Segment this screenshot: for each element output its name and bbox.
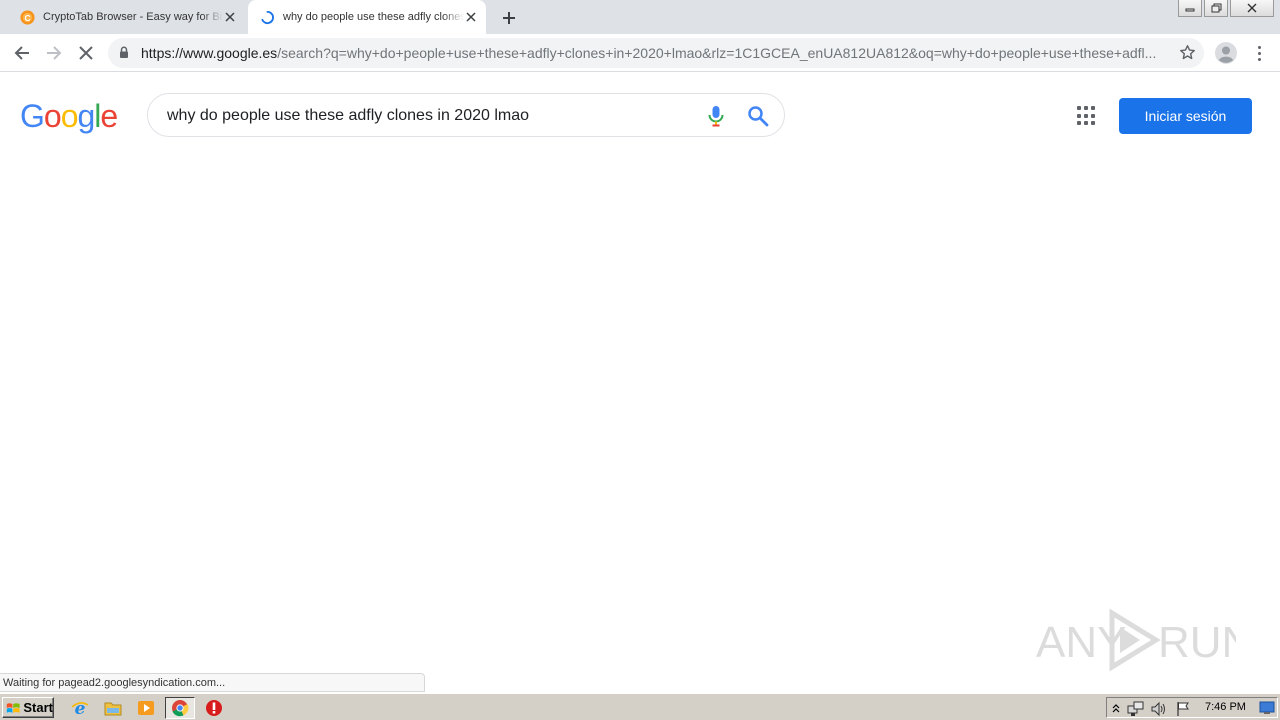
logo-letter: o (43, 98, 62, 134)
action-center-flag-icon[interactable] (1175, 701, 1191, 717)
google-logo[interactable]: Google (20, 98, 118, 135)
network-icon[interactable] (1127, 701, 1145, 717)
tab-title: CryptoTab Browser - Easy way for Bitcoin… (43, 11, 223, 23)
new-tab-button[interactable] (498, 7, 520, 29)
url-host: https://www.google.es (141, 45, 278, 61)
loading-spinner-icon (261, 10, 274, 24)
show-hidden-icons-icon[interactable] (1111, 701, 1121, 715)
tab-strip: C CryptoTab Browser - Easy way for Bitco… (0, 0, 1280, 34)
address-bar[interactable]: https://www.google.es/search?q=why+do+pe… (108, 38, 1204, 68)
url-path: /search?q=why+do+people+use+these+adfly+… (277, 45, 1157, 61)
stop-loading-button[interactable] (71, 38, 101, 68)
status-bubble: Waiting for pagead2.googlesyndication.co… (0, 673, 425, 692)
start-button[interactable]: Start (2, 697, 54, 718)
tab-cryptotab[interactable]: C CryptoTab Browser - Easy way for Bitco… (8, 0, 246, 34)
show-desktop-icon[interactable] (1259, 701, 1275, 715)
internet-explorer-taskbar-icon[interactable]: e (70, 698, 90, 718)
restore-button[interactable] (1204, 0, 1228, 17)
logo-letter: o (60, 98, 79, 134)
close-icon (1247, 3, 1257, 13)
search-box[interactable]: why do people use these adfly clones in … (147, 93, 785, 137)
cryptotab-coin-icon: C (20, 9, 35, 25)
tab-google-search[interactable]: why do people use these adfly clones in … (248, 0, 486, 34)
sign-in-button[interactable]: Iniciar sesión (1119, 98, 1252, 134)
system-tray: 7:46 PM (1106, 697, 1278, 718)
volume-icon[interactable] (1151, 701, 1167, 717)
stop-sign-taskbar-icon[interactable] (204, 698, 224, 718)
chrome-taskbar-icon[interactable] (165, 697, 195, 719)
svg-text:e: e (75, 699, 86, 717)
minimize-icon (1185, 8, 1195, 12)
arrow-left-icon (14, 46, 29, 60)
media-player-taskbar-icon[interactable] (136, 698, 156, 718)
minimize-button[interactable] (1178, 0, 1202, 17)
anyrun-watermark-logo: ANY RUN (1036, 608, 1236, 672)
close-tab-icon[interactable] (223, 7, 238, 27)
logo-letter: G (20, 98, 45, 134)
taskbar-clock[interactable]: 7:46 PM (1205, 701, 1246, 713)
svg-text:C: C (24, 12, 30, 22)
lock-icon[interactable] (119, 46, 129, 59)
file-explorer-taskbar-icon[interactable] (103, 698, 123, 718)
google-apps-grid-icon[interactable] (1077, 106, 1097, 126)
back-button[interactable] (7, 38, 37, 68)
window-controls (1178, 0, 1274, 17)
close-icon (79, 46, 93, 60)
microphone-icon[interactable] (708, 105, 724, 127)
plus-icon (503, 12, 515, 24)
url-text[interactable]: https://www.google.es/search?q=why+do+pe… (141, 45, 1169, 61)
close-window-button[interactable] (1230, 0, 1274, 17)
close-tab-icon[interactable] (464, 7, 479, 27)
forward-button[interactable] (39, 38, 69, 68)
browser-toolbar: https://www.google.es/search?q=why+do+pe… (0, 34, 1280, 72)
windows-taskbar: Start e 7:46 PM (0, 693, 1280, 720)
logo-letter: g (77, 98, 95, 134)
search-input[interactable]: why do people use these adfly clones in … (167, 107, 529, 125)
start-label: Start (23, 700, 53, 715)
watermark-text-right: RUN (1158, 618, 1236, 667)
profile-avatar-icon[interactable] (1214, 41, 1238, 65)
restore-icon (1211, 3, 1221, 13)
browser-menu-button[interactable] (1248, 41, 1270, 65)
logo-letter: e (100, 98, 118, 134)
windows-flag-icon (6, 702, 20, 713)
tab-title: why do people use these adfly clones in … (283, 11, 464, 23)
arrow-right-icon (47, 46, 62, 60)
bookmark-star-icon[interactable] (1179, 44, 1196, 61)
search-icon[interactable] (747, 105, 769, 127)
